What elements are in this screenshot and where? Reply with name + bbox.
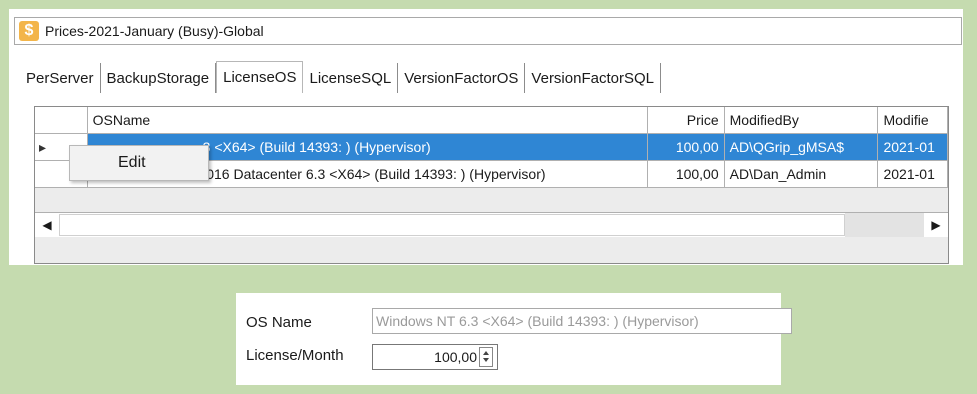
context-menu-item-edit[interactable]: Edit — [118, 154, 146, 172]
tab-bar: PerServer BackupStorage LicenseOS Licens… — [20, 61, 661, 93]
column-header-modifiedby[interactable]: ModifiedBy — [724, 107, 879, 134]
license-month-value: 100,00 — [434, 349, 477, 365]
cell-modified[interactable]: 2021-01 — [878, 134, 948, 161]
cell-price[interactable]: 100,00 — [648, 161, 725, 188]
edit-form: OS Name Windows NT 6.3 <X64> (Build 1439… — [236, 293, 792, 385]
tab-backupstorage[interactable]: BackupStorage — [101, 63, 217, 93]
license-month-label: License/Month — [246, 347, 344, 364]
dollar-icon: $ — [19, 21, 39, 41]
osname-field[interactable]: Windows NT 6.3 <X64> (Build 14393: ) (Hy… — [372, 308, 792, 334]
data-grid: OSName Price ModifiedBy Modifie ▸ 3 <X64… — [34, 106, 949, 264]
spin-buttons-icon[interactable] — [479, 347, 493, 367]
tab-versionfactorsql[interactable]: VersionFactorSQL — [525, 63, 661, 93]
column-header-osname[interactable]: OSName — [87, 107, 649, 134]
cell-price[interactable]: 100,00 — [648, 134, 725, 161]
row-header-corner — [35, 107, 88, 134]
column-header-modified[interactable]: Modifie — [878, 107, 948, 134]
tab-licenseos[interactable]: LicenseOS — [216, 61, 304, 93]
cell-modifiedby[interactable]: AD\QGrip_gMSA$ — [724, 134, 879, 161]
window-title-bar: $ Prices-2021-January (Busy)-Global — [14, 17, 962, 45]
cell-modified[interactable]: 2021-01 — [878, 161, 948, 188]
context-menu: Edit — [69, 145, 209, 181]
window-title: Prices-2021-January (Busy)-Global — [45, 23, 264, 39]
column-header-price[interactable]: Price — [648, 107, 725, 134]
tab-licensesql[interactable]: LicenseSQL — [303, 63, 399, 93]
tab-versionfactoros[interactable]: VersionFactorOS — [398, 63, 526, 93]
horizontal-scrollbar[interactable]: ◀ ▶ — [35, 212, 948, 237]
scroll-left-icon[interactable]: ◀ — [35, 213, 59, 237]
scroll-right-icon[interactable]: ▶ — [924, 213, 948, 237]
license-month-stepper[interactable]: 100,00 — [372, 344, 498, 370]
background-panel — [0, 0, 977, 9]
osname-label: OS Name — [246, 314, 312, 331]
scrollbar-thumb[interactable] — [59, 214, 845, 236]
tab-perserver[interactable]: PerServer — [20, 63, 101, 93]
grid-header-row: OSName Price ModifiedBy Modifie — [35, 107, 948, 134]
cell-modifiedby[interactable]: AD\Dan_Admin — [724, 161, 879, 188]
scrollbar-track[interactable] — [845, 213, 924, 237]
